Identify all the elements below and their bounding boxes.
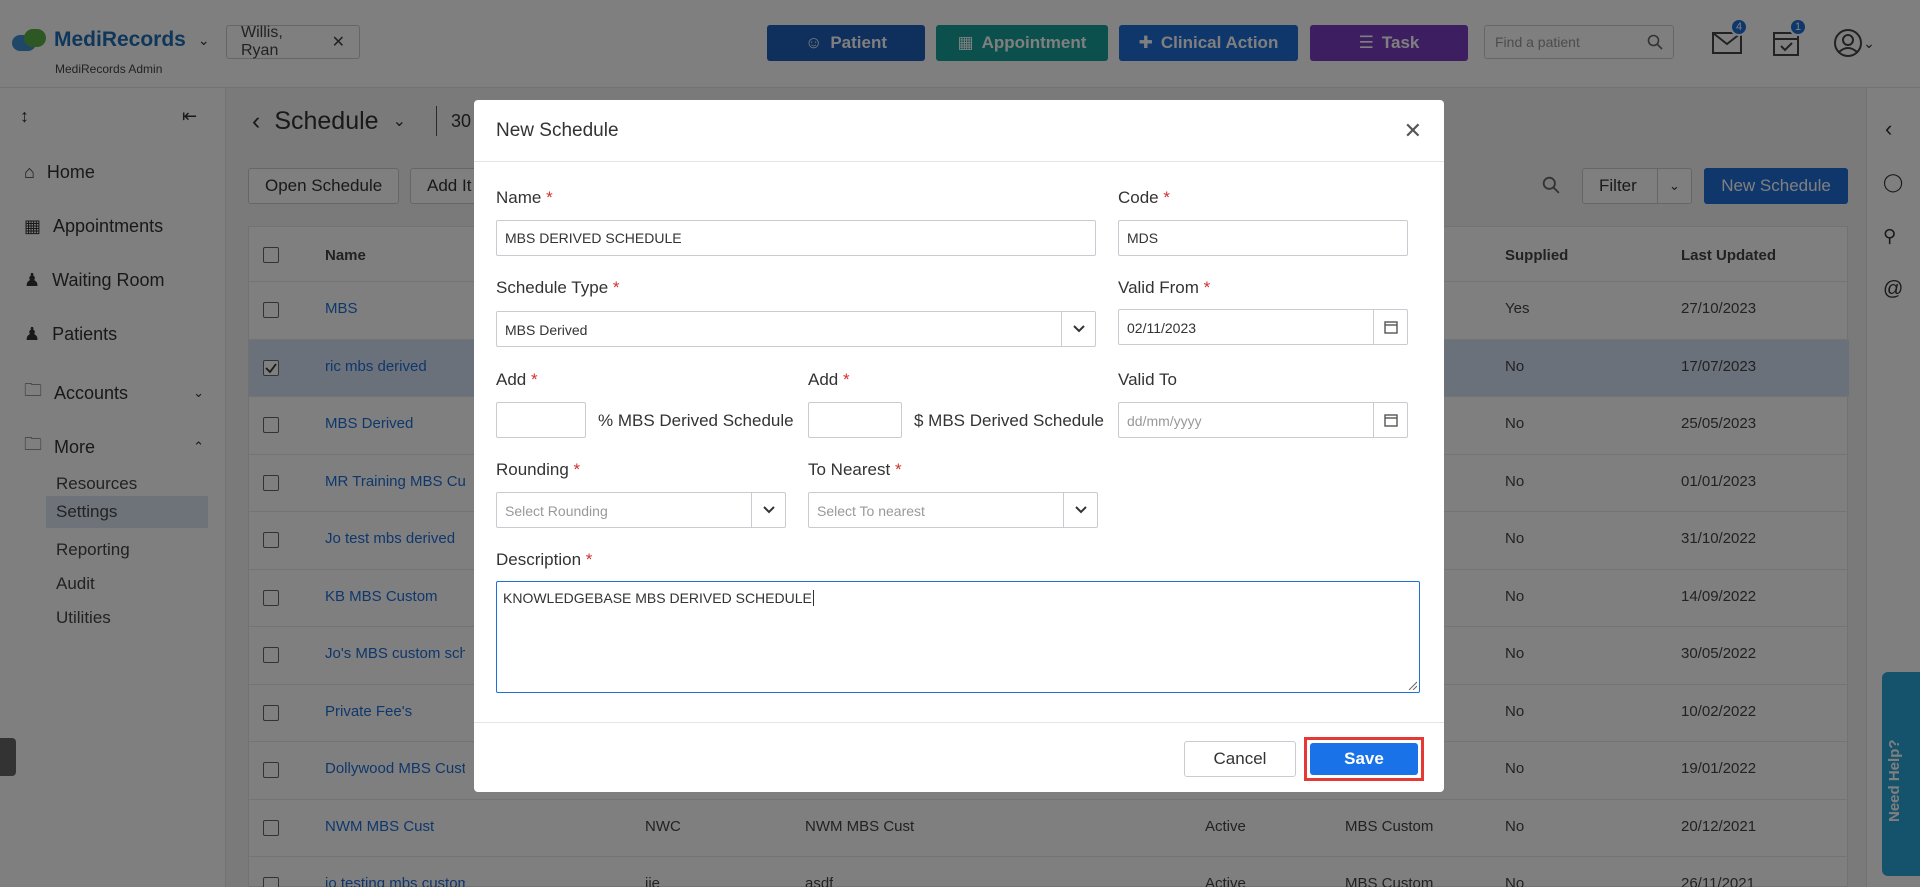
valid-from-label: Valid From * bbox=[1118, 278, 1211, 297]
to-nearest-label: To Nearest * bbox=[808, 460, 902, 479]
calendar-icon[interactable] bbox=[1373, 310, 1407, 344]
add-percent-field[interactable] bbox=[496, 402, 586, 438]
schedule-type-label: Schedule Type * bbox=[496, 278, 620, 297]
valid-from-field[interactable]: 02/11/2023 bbox=[1118, 309, 1408, 345]
valid-to-label: Valid To bbox=[1118, 370, 1177, 389]
text-cursor bbox=[812, 590, 814, 606]
save-highlight: Save bbox=[1304, 737, 1424, 781]
add-amount-field[interactable] bbox=[808, 402, 902, 438]
schedule-type-select[interactable]: MBS Derived bbox=[496, 311, 1096, 347]
name-field[interactable]: MBS DERIVED SCHEDULE bbox=[496, 220, 1096, 256]
side-widget-tab[interactable] bbox=[0, 738, 16, 776]
calendar-icon[interactable] bbox=[1373, 403, 1407, 437]
description-label: Description * bbox=[496, 550, 593, 569]
add-amount-label: Add * bbox=[808, 370, 850, 389]
save-button[interactable]: Save bbox=[1310, 743, 1418, 775]
dialog-header: New Schedule ✕ bbox=[474, 100, 1444, 162]
new-schedule-dialog: New Schedule ✕ Name * MBS DERIVED SCHEDU… bbox=[474, 100, 1444, 792]
add-amount-suffix: $ MBS Derived Schedule bbox=[914, 411, 1104, 430]
to-nearest-select[interactable]: Select To nearest bbox=[808, 492, 1098, 528]
chevron-down-icon[interactable] bbox=[1063, 493, 1097, 527]
dialog-title: New Schedule bbox=[496, 120, 619, 141]
name-label: Name * bbox=[496, 188, 553, 207]
resize-handle-icon[interactable] bbox=[1407, 680, 1417, 690]
valid-to-field[interactable]: dd/mm/yyyy bbox=[1118, 402, 1408, 438]
rounding-label: Rounding * bbox=[496, 460, 581, 479]
dialog-footer: Cancel Save bbox=[474, 722, 1444, 792]
add-percent-suffix: % MBS Derived Schedule bbox=[598, 411, 794, 430]
code-label: Code * bbox=[1118, 188, 1170, 207]
cancel-button[interactable]: Cancel bbox=[1184, 741, 1296, 777]
code-field[interactable]: MDS bbox=[1118, 220, 1408, 256]
add-percent-label: Add * bbox=[496, 370, 538, 389]
close-icon[interactable]: ✕ bbox=[1404, 118, 1422, 144]
chevron-down-icon[interactable] bbox=[751, 493, 785, 527]
description-textarea[interactable]: KNOWLEDGEBASE MBS DERIVED SCHEDULE bbox=[496, 581, 1420, 693]
chevron-down-icon[interactable] bbox=[1061, 312, 1095, 346]
rounding-select[interactable]: Select Rounding bbox=[496, 492, 786, 528]
